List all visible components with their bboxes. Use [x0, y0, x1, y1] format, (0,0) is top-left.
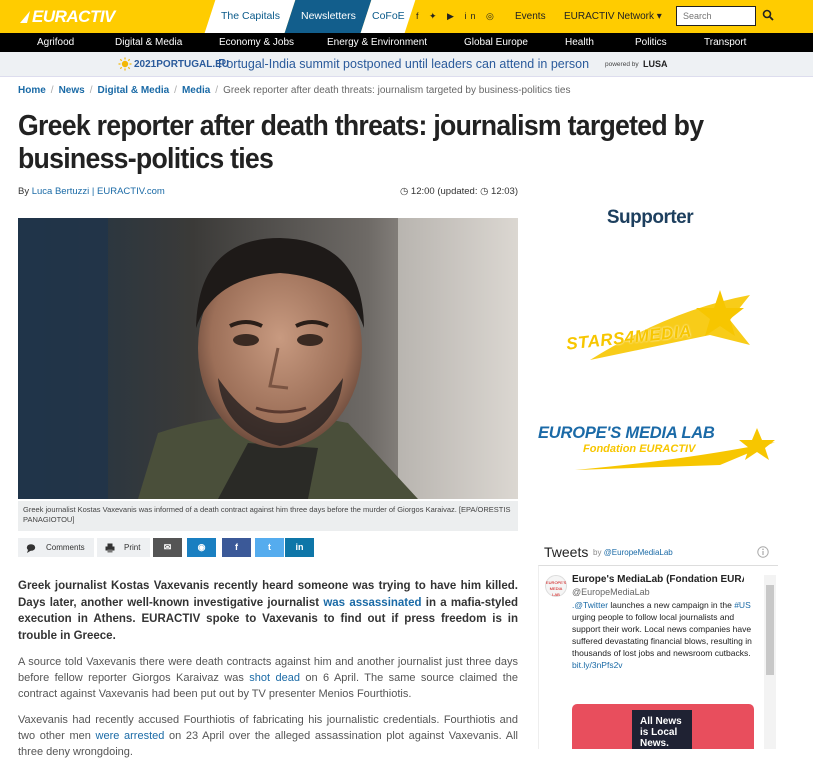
- nav-agrifood[interactable]: Agrifood: [37, 37, 74, 48]
- tab-the-capitals[interactable]: The Capitals: [204, 0, 296, 33]
- were-arrested-link[interactable]: were arrested: [96, 730, 165, 742]
- promo-headline[interactable]: Portugal-India summit postponed until le…: [218, 57, 589, 71]
- tab-cofoe[interactable]: CoFoE: [360, 0, 416, 33]
- byline-prefix: By: [18, 186, 30, 197]
- tweet-body: .@Twitter launches a new campaign in the…: [572, 599, 754, 671]
- print-button[interactable]: Print: [97, 538, 150, 557]
- linkedin-share-button[interactable]: in: [285, 538, 314, 557]
- europes-media-lab-logo[interactable]: EUROPE'S MEDIA LAB Fondation EURACTIV: [535, 420, 780, 480]
- nav-digital-media[interactable]: Digital & Media: [115, 37, 182, 48]
- article-lead: Greek journalist Kostas Vaxevanis recent…: [18, 578, 518, 644]
- assassinated-link[interactable]: was assassinated: [323, 597, 421, 609]
- article-paragraph: A source told Vaxevanis there were death…: [18, 654, 518, 702]
- top-bar: EURACTIV The Capitals Newsletters CoFoE …: [0, 0, 813, 33]
- supporter-heading: Supporter: [606, 207, 694, 228]
- tweets-heading: Tweets: [544, 544, 589, 560]
- tab-label: Newsletters: [300, 10, 356, 22]
- tweet-author-handle[interactable]: @EuropeMediaLab: [572, 587, 650, 597]
- email-share-button[interactable]: ✉: [153, 538, 182, 557]
- breadcrumb-news[interactable]: News: [59, 85, 85, 96]
- comments-button[interactable]: Comments: [18, 538, 94, 557]
- social-icons[interactable]: f ✦ ▶ in ◎: [416, 11, 498, 22]
- main-nav: Agrifood Digital & Media Economy & Jobs …: [0, 33, 813, 52]
- print-icon: [105, 543, 115, 553]
- tweets-by: by @EuropeMediaLab: [593, 548, 673, 557]
- medialab-subtitle: Fondation EURACTIV: [583, 443, 696, 455]
- euractiv-logo[interactable]: EURACTIV: [18, 7, 115, 27]
- print-label: Print: [124, 543, 141, 552]
- timestamp: ◷ 12:00 (updated: ◷ 12:03): [400, 186, 518, 197]
- promo-brand: 2021PORTUGAL.EU: [134, 59, 230, 70]
- byline: By Luca Bertuzzi | EURACTIV.com: [18, 186, 165, 197]
- nav-economy-jobs[interactable]: Economy & Jobs: [219, 37, 294, 48]
- medialab-title: EUROPE'S MEDIA LAB: [538, 424, 715, 442]
- shot-dead-link[interactable]: shot dead: [249, 672, 300, 684]
- hero-image: [18, 218, 518, 499]
- twitter-share-button[interactable]: t: [255, 538, 284, 557]
- messenger-share-button[interactable]: ◉: [187, 538, 216, 557]
- author-link[interactable]: Luca Bertuzzi | EURACTIV.com: [32, 186, 165, 197]
- breadcrumb: Home / News / Digital & Media / Media / Greek re…: [18, 85, 571, 96]
- tweet-url-link[interactable]: bit.ly/3nPfs2v: [572, 660, 623, 670]
- tweet-mention-link[interactable]: .@Twitter: [572, 600, 608, 610]
- info-icon[interactable]: [757, 546, 769, 558]
- logo-text: EURACTIV: [32, 7, 115, 26]
- article-paragraph: Vaxevanis had recently accused Fourthiot…: [18, 712, 518, 760]
- tweet-image-text: All News is Local News.: [640, 716, 682, 749]
- tweets-handle-link[interactable]: @EuropeMediaLab: [604, 548, 673, 557]
- nav-energy-environment[interactable]: Energy & Environment: [327, 37, 427, 48]
- tweet-hashtag-link[interactable]: #US: [734, 600, 751, 610]
- network-dropdown[interactable]: EURACTIV Network ▾: [564, 11, 662, 22]
- image-caption: Greek journalist Kostas Vaxevanis was in…: [18, 501, 518, 531]
- tab-newsletters[interactable]: Newsletters: [284, 0, 372, 33]
- tweet-image[interactable]: All News is Local News.: [572, 704, 754, 749]
- events-link[interactable]: Events: [515, 11, 546, 22]
- tab-label: The Capitals: [220, 10, 280, 22]
- article-title: Greek reporter after death threats: jour…: [18, 110, 704, 175]
- breadcrumb-current: Greek reporter after death threats: jour…: [223, 85, 571, 96]
- promo-powered-by: powered by: [605, 61, 639, 68]
- stars4media-logo[interactable]: STARS4MEDIA: [560, 290, 760, 370]
- search-icon[interactable]: [762, 9, 774, 21]
- lusa-logo: LUSA: [643, 59, 668, 69]
- tab-label: CoFoE: [371, 10, 405, 22]
- tweet-text: launches a new campaign in the: [608, 600, 735, 610]
- breadcrumb-media[interactable]: Media: [182, 85, 210, 96]
- comments-label: Comments: [46, 543, 85, 552]
- breadcrumb-home[interactable]: Home: [18, 85, 46, 96]
- timeline-scroll-thumb[interactable]: [766, 585, 774, 675]
- facebook-share-button[interactable]: f: [222, 538, 251, 557]
- tweet-author-name[interactable]: Europe's MediaLab (Fondation EURACTIV): [572, 574, 744, 585]
- nav-global-europe[interactable]: Global Europe: [464, 37, 528, 48]
- tweet-text: urging people to follow local journalist…: [572, 612, 752, 658]
- search-input[interactable]: [676, 6, 756, 26]
- hero-photo-illustration: [18, 218, 518, 499]
- nav-politics[interactable]: Politics: [635, 37, 667, 48]
- tweets-by-label: by: [593, 548, 602, 557]
- comment-icon: [26, 544, 36, 553]
- breadcrumb-digital-media[interactable]: Digital & Media: [97, 85, 169, 96]
- promo-banner[interactable]: 2021PORTUGAL.EU Portugal-India summit po…: [0, 52, 813, 77]
- nav-transport[interactable]: Transport: [704, 37, 746, 48]
- sun-icon: [118, 57, 132, 71]
- logo-mark-icon: [20, 11, 30, 23]
- nav-health[interactable]: Health: [565, 37, 594, 48]
- avatar[interactable]: EUROPE'S MEDIA LAB: [545, 575, 567, 597]
